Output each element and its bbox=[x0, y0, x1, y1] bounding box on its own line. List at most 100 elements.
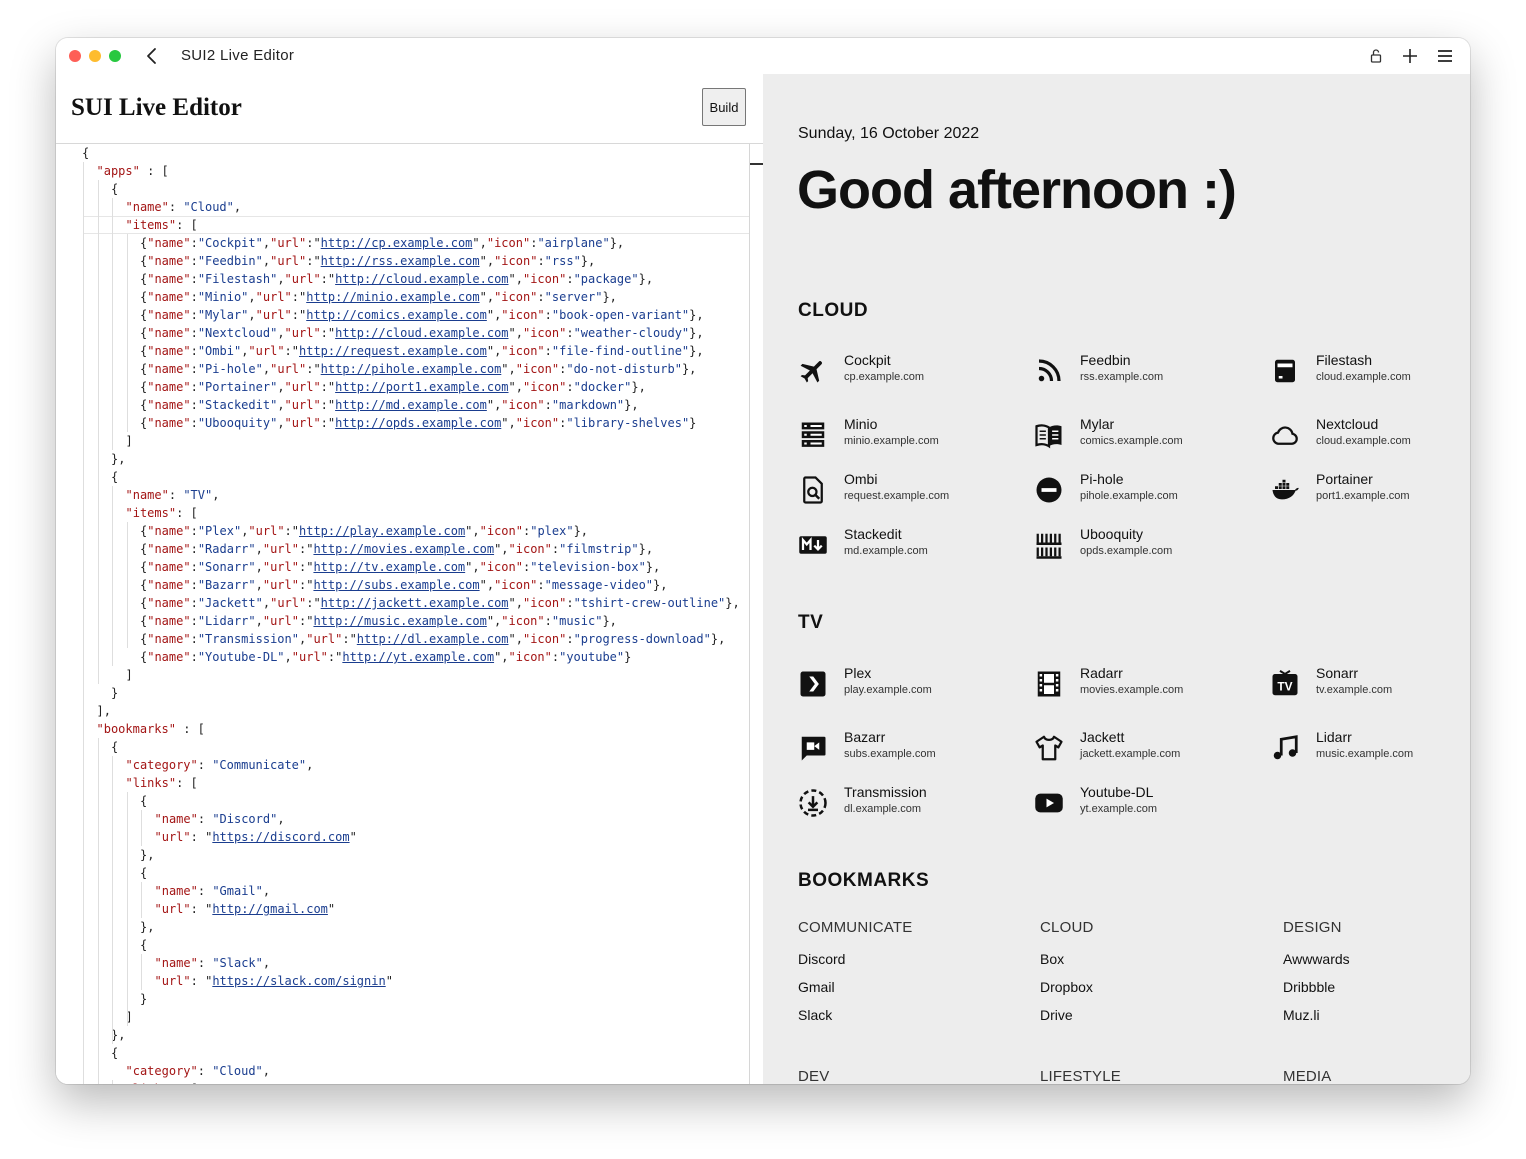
code-url[interactable]: http://jackett.example.com bbox=[321, 596, 509, 610]
app-link-sonarr[interactable]: TV Sonarr tv.example.com bbox=[1270, 665, 1470, 709]
app-link-radarr[interactable]: Radarr movies.example.com bbox=[1034, 665, 1264, 709]
app-link-stackedit[interactable]: Stackedit md.example.com bbox=[798, 526, 1028, 570]
code-url[interactable]: http://rss.example.com bbox=[321, 254, 480, 268]
app-link-minio[interactable]: Minio minio.example.com bbox=[798, 416, 1028, 460]
plus-icon[interactable] bbox=[1400, 46, 1420, 66]
editor-scrollbar[interactable] bbox=[749, 144, 764, 1084]
code-key: "name" bbox=[154, 956, 198, 970]
code-punct: , bbox=[262, 596, 271, 610]
app-link-pi-hole[interactable]: Pi-hole pihole.example.com bbox=[1034, 471, 1264, 515]
app-link-youtube-dl[interactable]: Youtube-DL yt.example.com bbox=[1034, 784, 1264, 828]
app-link-filestash[interactable]: Filestash cloud.example.com bbox=[1270, 352, 1470, 396]
code-line: {"name":"Filestash","url":"http://cloud.… bbox=[140, 270, 653, 288]
lock-icon[interactable] bbox=[1366, 46, 1386, 66]
bookmark-link-dropbox[interactable]: Dropbox bbox=[1040, 979, 1093, 995]
app-link-plex[interactable]: Plex play.example.com bbox=[798, 665, 1028, 709]
code-line: {"name":"Plex","url":"http://play.exampl… bbox=[140, 522, 588, 540]
code-url[interactable]: http://port1.example.com bbox=[335, 380, 508, 394]
code-line: { bbox=[140, 792, 147, 810]
bookmark-link-drive[interactable]: Drive bbox=[1040, 1007, 1073, 1023]
code-line: {"name":"Nextcloud","url":"http://cloud.… bbox=[140, 324, 704, 342]
bookmark-link-dribbble[interactable]: Dribbble bbox=[1283, 979, 1335, 995]
app-link-cockpit[interactable]: Cockpit cp.example.com bbox=[798, 352, 1028, 396]
code-line: "items": [ bbox=[126, 216, 198, 234]
code-punct: }, bbox=[710, 632, 726, 646]
code-line: "name": "Discord", bbox=[155, 810, 285, 828]
bookmark-link-awwwards[interactable]: Awwwards bbox=[1283, 951, 1350, 967]
code-punct: : bbox=[190, 254, 198, 268]
zoom-window-button[interactable] bbox=[109, 50, 121, 62]
app-link-mylar[interactable]: Mylar comics.example.com bbox=[1034, 416, 1264, 460]
code-url[interactable]: http://music.example.com bbox=[313, 614, 486, 628]
bookmark-link-gmail[interactable]: Gmail bbox=[798, 979, 835, 995]
code-string: "Sonarr" bbox=[197, 560, 256, 574]
app-url: port1.example.com bbox=[1316, 490, 1410, 502]
code-line: "apps" : [ bbox=[97, 162, 169, 180]
code-line: {"name":"Portainer","url":"http://port1.… bbox=[140, 378, 646, 396]
editor-pane: SUI Live Editor Build { "apps" : [ {"name"… bbox=[56, 74, 764, 1084]
code-url[interactable]: http://comics.example.com bbox=[306, 308, 487, 322]
bookmark-link-discord[interactable]: Discord bbox=[798, 951, 845, 967]
code-key: "url" bbox=[154, 830, 191, 844]
app-link-nextcloud[interactable]: Nextcloud cloud.example.com bbox=[1270, 416, 1470, 460]
code-punct: :" bbox=[298, 614, 314, 628]
code-string: "plex" bbox=[530, 524, 574, 538]
app-link-feedbin[interactable]: Feedbin rss.example.com bbox=[1034, 352, 1264, 396]
bookmark-link-muz-li[interactable]: Muz.li bbox=[1283, 1007, 1320, 1023]
code-key: "name" bbox=[147, 344, 191, 358]
code-line: ], bbox=[97, 702, 111, 720]
code-url[interactable]: https://discord.com bbox=[212, 830, 349, 844]
code-url[interactable]: http://cloud.example.com bbox=[335, 326, 508, 340]
code-url[interactable]: http://tv.example.com bbox=[313, 560, 465, 574]
code-string: "progress-download" bbox=[573, 632, 711, 646]
json-editor[interactable]: {"apps" : [{"name": "Cloud", "items": [{"… bbox=[56, 144, 749, 1084]
code-key: "url" bbox=[262, 560, 299, 574]
code-punct: ", bbox=[486, 308, 502, 322]
code-url[interactable]: http://subs.example.com bbox=[313, 578, 479, 592]
code-url[interactable]: https://slack.com/signin bbox=[212, 974, 385, 988]
code-punct: ", bbox=[472, 236, 487, 250]
app-link-jackett[interactable]: Jackett jackett.example.com bbox=[1034, 729, 1264, 773]
bookmark-link-box[interactable]: Box bbox=[1040, 951, 1064, 967]
code-punct: : " bbox=[190, 902, 213, 916]
code-url[interactable]: http://cloud.example.com bbox=[335, 272, 508, 286]
code-url[interactable]: http://request.example.com bbox=[299, 344, 487, 358]
code-line: ] bbox=[126, 432, 133, 450]
code-punct: :" bbox=[327, 650, 343, 664]
close-window-button[interactable] bbox=[69, 50, 81, 62]
code-url[interactable]: http://yt.example.com bbox=[342, 650, 494, 664]
code-string: "television-box" bbox=[530, 560, 646, 574]
menu-icon[interactable] bbox=[1435, 46, 1455, 66]
code-punct: }, bbox=[111, 452, 126, 466]
minimize-window-button[interactable] bbox=[89, 50, 101, 62]
scrollbar-thumb[interactable] bbox=[750, 163, 764, 165]
code-url[interactable]: http://cp.example.com bbox=[321, 236, 473, 250]
code-line: }, bbox=[111, 1026, 125, 1044]
app-link-ombi[interactable]: Ombi request.example.com bbox=[798, 471, 1028, 515]
code-url[interactable]: http://movies.example.com bbox=[313, 542, 494, 556]
code-punct: : " bbox=[190, 974, 213, 988]
code-url[interactable]: http://md.example.com bbox=[335, 398, 487, 412]
build-button[interactable]: Build bbox=[702, 88, 746, 126]
app-link-bazarr[interactable]: Bazarr subs.example.com bbox=[798, 729, 1028, 773]
code-url[interactable]: http://play.example.com bbox=[299, 524, 465, 538]
code-key: "name" bbox=[147, 308, 191, 322]
code-url[interactable]: http://opds.example.com bbox=[335, 416, 501, 430]
bookmark-link-slack[interactable]: Slack bbox=[798, 1007, 832, 1023]
app-link-transmission[interactable]: Transmission dl.example.com bbox=[798, 784, 1028, 828]
code-url[interactable]: http://minio.example.com bbox=[306, 290, 479, 304]
code-key: "name" bbox=[147, 236, 191, 250]
editor-header: SUI Live Editor Build bbox=[56, 74, 763, 144]
code-key: "apps" bbox=[96, 164, 140, 178]
code-url[interactable]: http://dl.example.com bbox=[357, 632, 509, 646]
code-url[interactable]: http://pihole.example.com bbox=[321, 362, 502, 376]
app-link-lidarr[interactable]: Lidarr music.example.com bbox=[1270, 729, 1470, 773]
app-link-ubooquity[interactable]: Ubooquity opds.example.com bbox=[1034, 526, 1264, 570]
back-icon[interactable] bbox=[142, 44, 162, 68]
code-url[interactable]: http://gmail.com bbox=[212, 902, 328, 916]
indent-guide bbox=[112, 756, 113, 1044]
app-name: Nextcloud bbox=[1316, 416, 1379, 432]
library-shelves-icon bbox=[1034, 530, 1064, 560]
app-link-portainer[interactable]: Portainer port1.example.com bbox=[1270, 471, 1470, 515]
code-line: "name": "Cloud", bbox=[126, 198, 242, 216]
